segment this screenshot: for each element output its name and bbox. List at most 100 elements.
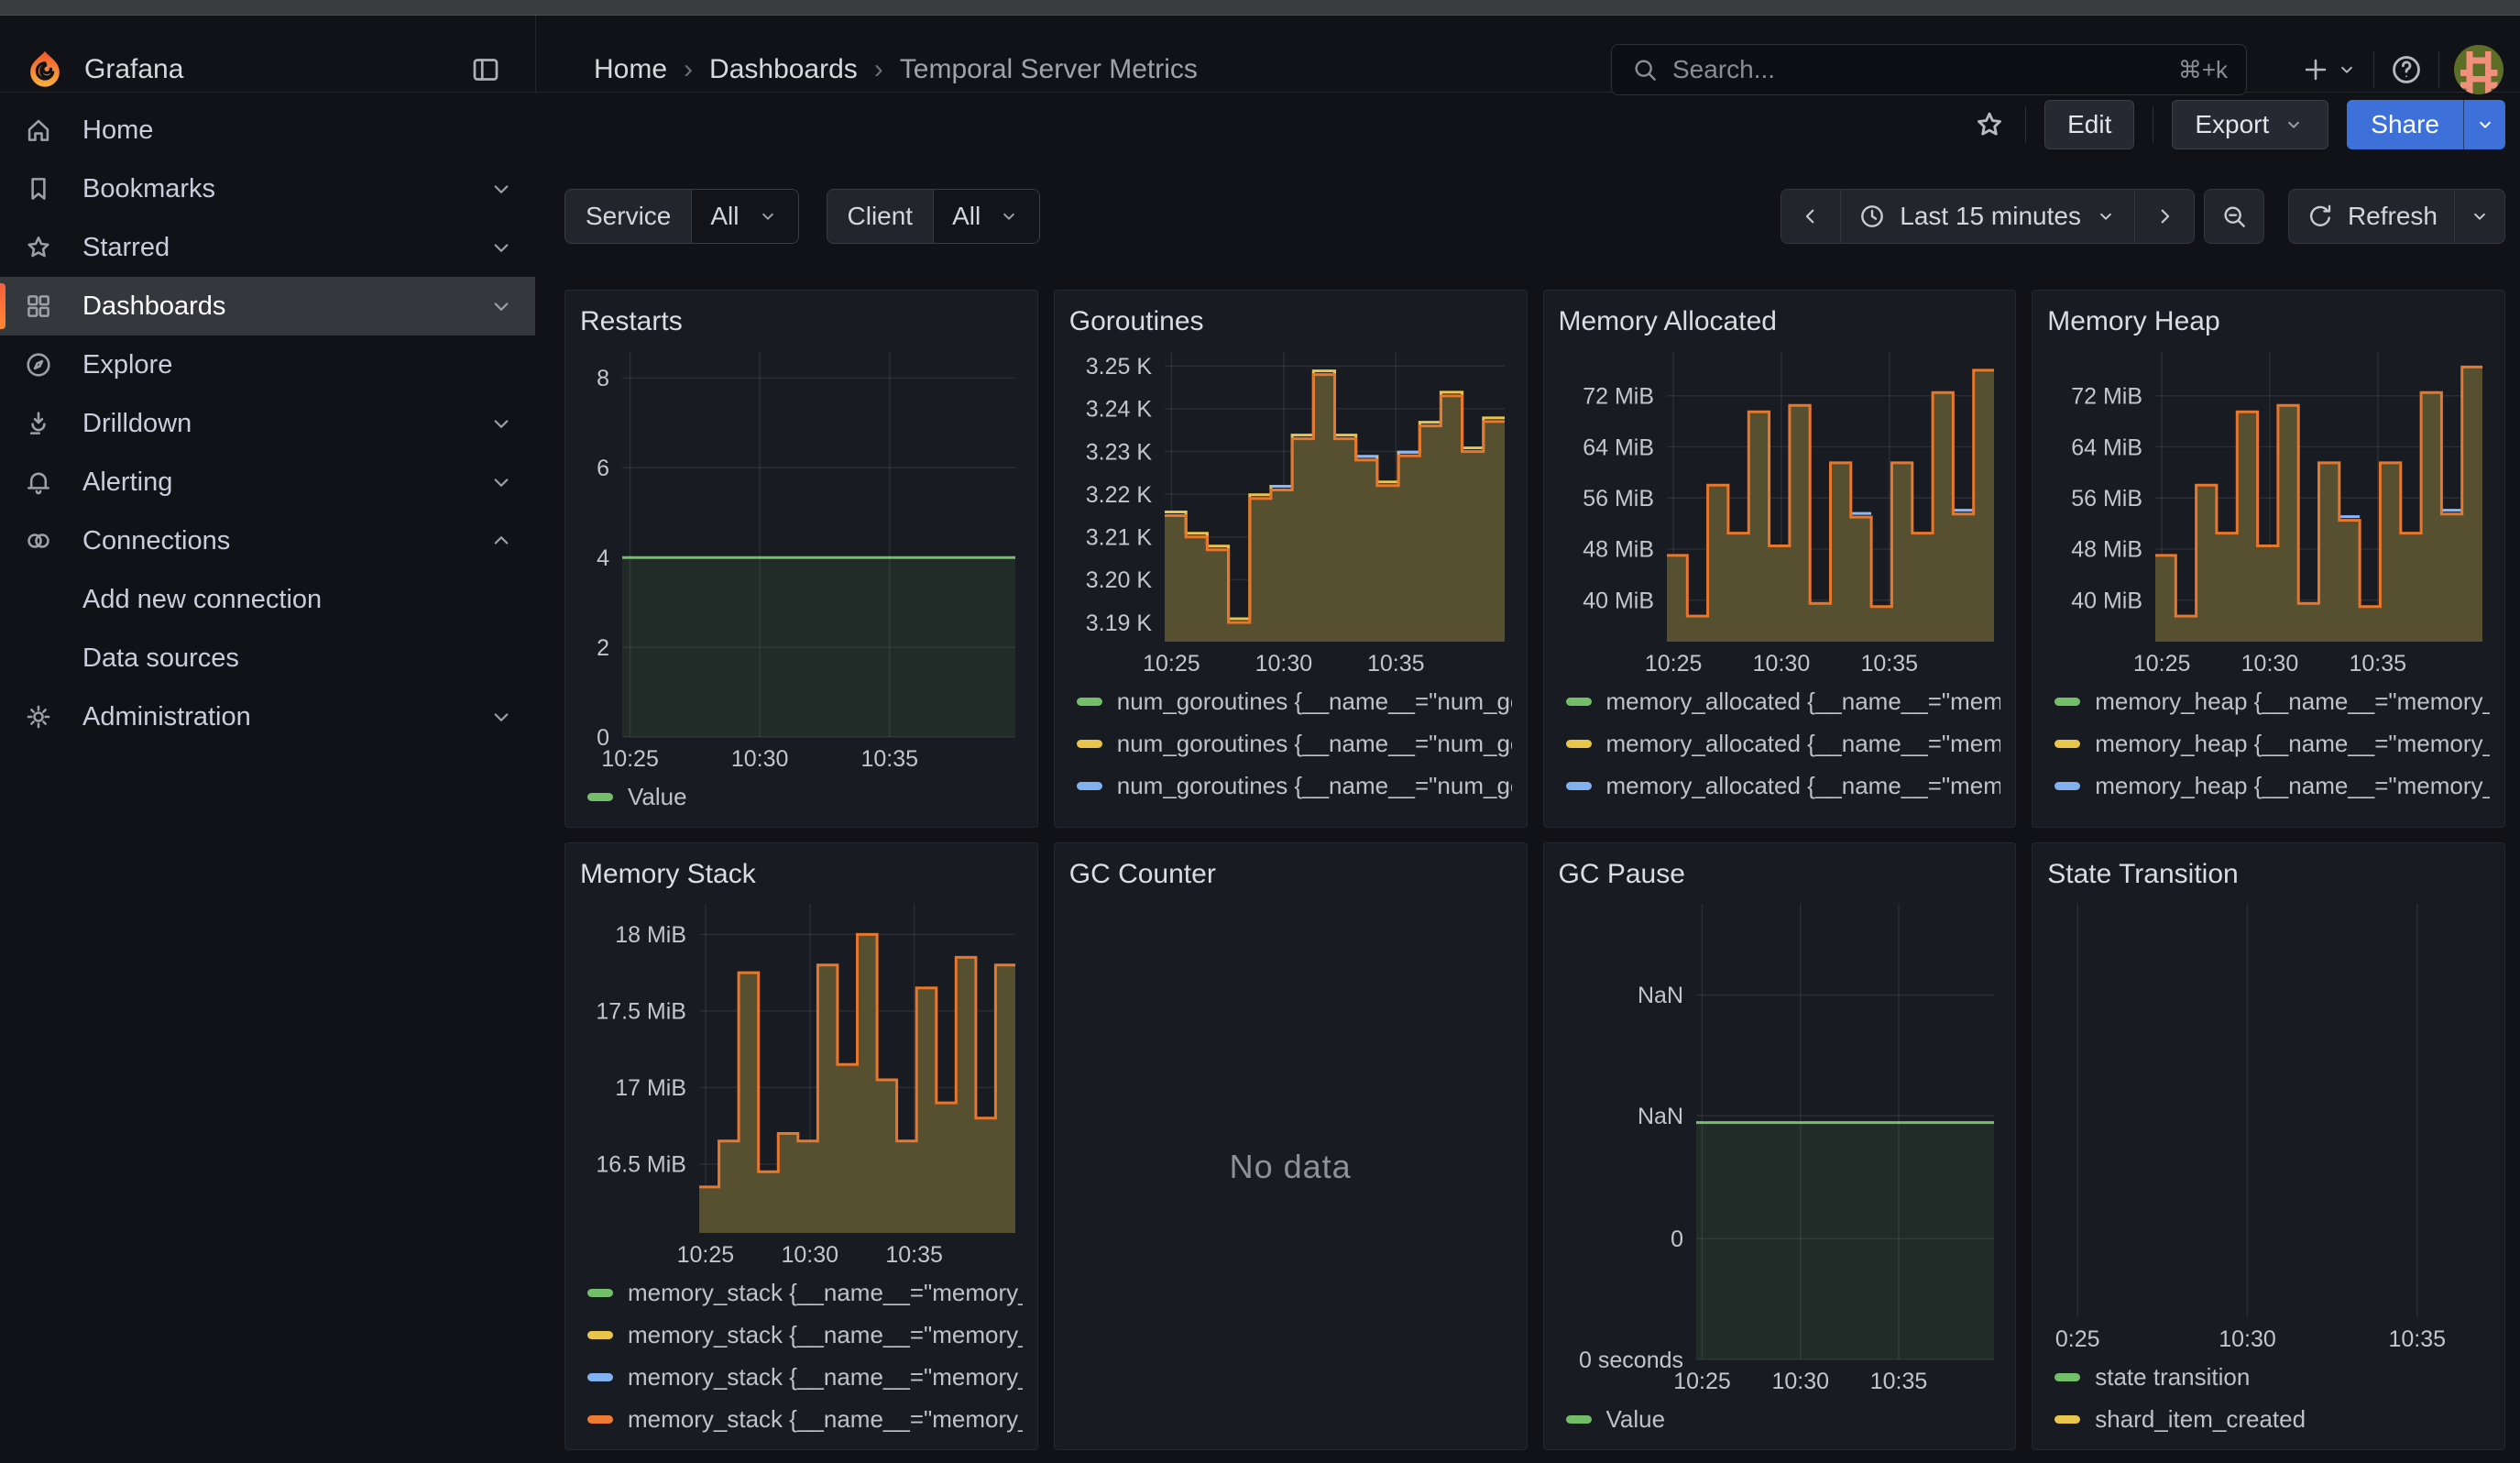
brand-label[interactable]: Grafana <box>84 54 183 85</box>
chevron-left-icon <box>1798 204 1824 229</box>
legend-series-label[interactable]: state transition <box>2095 1363 2250 1392</box>
sidebar-item-alerting[interactable]: Alerting <box>0 453 535 512</box>
svg-text:10:35: 10:35 <box>1367 651 1425 676</box>
chart-canvas[interactable]: 3.25 K3.24 K3.23 K3.22 K3.21 K3.20 K3.19… <box>1069 340 1512 680</box>
legend-series-label[interactable]: memory_stack {__name__="memory_s <box>628 1405 1023 1434</box>
chart-canvas[interactable]: 0:2510:3010:35 <box>2047 893 2490 1356</box>
panel-title[interactable]: State Transition <box>2047 856 2490 893</box>
panel-memory-stack: Memory Stack 18 MiB17.5 MiB17 MiB16.5 Mi… <box>564 842 1038 1450</box>
refresh-interval-button[interactable] <box>2454 189 2505 244</box>
legend-series-label[interactable]: memory_stack {__name__="memory_s <box>628 1363 1023 1392</box>
gear-icon <box>22 701 55 732</box>
sidebar-item-data-sources[interactable]: Data sources <box>0 629 535 688</box>
breadcrumb: Home›Dashboards›Temporal Server Metrics <box>594 31 1198 108</box>
drilldown-icon <box>22 408 55 439</box>
legend-series-color <box>1077 740 1102 748</box>
legend-series-label[interactable]: num_goroutines {__name__="num_go <box>1117 730 1512 758</box>
sidebar-item-dashboards[interactable]: Dashboards <box>0 277 535 336</box>
chart-canvas[interactable]: NaNNaN00 seconds10:2510:3010:35 <box>1559 893 2001 1398</box>
legend-series-color <box>2054 698 2080 706</box>
sidebar-item-drilldown[interactable]: Drilldown <box>0 394 535 453</box>
svg-text:10:35: 10:35 <box>885 1242 943 1268</box>
export-button[interactable]: Export <box>2172 100 2328 149</box>
sidebar-item-connections[interactable]: Connections <box>0 512 535 570</box>
star-icon <box>22 232 55 263</box>
svg-text:10:25: 10:25 <box>1673 1369 1731 1394</box>
favorite-star-button[interactable] <box>1972 107 2007 142</box>
legend-series-label[interactable]: memory_heap {__name__="memory_h <box>2095 688 2490 716</box>
refresh-button[interactable]: Refresh <box>2288 189 2455 244</box>
time-forward-button[interactable] <box>2134 189 2195 244</box>
panel-title[interactable]: GC Counter <box>1069 856 1512 893</box>
legend-series-label[interactable]: num_goroutines {__name__="num_go <box>1117 814 1512 819</box>
legend-series-label[interactable]: num_goroutines {__name__="num_go <box>1117 772 1512 800</box>
panel-title[interactable]: Memory Heap <box>2047 303 2490 340</box>
legend-series-color <box>1566 740 1592 748</box>
grafana-logo-icon[interactable] <box>24 49 66 91</box>
legend-series-label[interactable]: Value <box>1606 1405 1666 1434</box>
sidebar-item-home[interactable]: Home <box>0 101 535 160</box>
sidebar-item-add-new-connection[interactable]: Add new connection <box>0 570 535 629</box>
time-range-picker[interactable]: Last 15 minutes <box>1840 189 2135 244</box>
share-split-button: Share <box>2347 100 2505 149</box>
sidebar-item-bookmarks[interactable]: Bookmarks <box>0 160 535 218</box>
zoom-out-icon <box>2219 202 2249 231</box>
breadcrumb-item[interactable]: Home <box>594 54 667 85</box>
legend-series-label[interactable]: memory_allocated {__name__="memo <box>1606 688 2001 716</box>
legend-series-label[interactable]: memory_heap {__name__="memory_h <box>2095 814 2490 819</box>
legend-series-label[interactable]: memory_stack {__name__="memory_s <box>628 1279 1023 1307</box>
legend-series-label[interactable]: memory_allocated {__name__="memo <box>1606 730 2001 758</box>
panel-title[interactable]: Memory Stack <box>580 856 1023 893</box>
service-variable-dropdown[interactable]: Service All <box>564 189 799 244</box>
svg-text:16.5 MiB: 16.5 MiB <box>596 1152 686 1178</box>
breadcrumb-separator: › <box>667 54 709 85</box>
avatar[interactable] <box>2454 45 2504 94</box>
legend-item: memory_allocated {__name__="memo <box>1559 764 2001 807</box>
search-input[interactable]: Search... ⌘+k <box>1611 44 2247 95</box>
edit-button[interactable]: Edit <box>2044 100 2134 149</box>
chart[interactable]: 8642010:2510:3010:35 <box>580 340 1023 776</box>
legend-series-color <box>587 1415 613 1424</box>
sidebar-item-administration[interactable]: Administration <box>0 688 535 746</box>
share-dropdown-button[interactable] <box>2463 100 2505 149</box>
chart[interactable]: 0:2510:3010:35 <box>2047 893 2490 1356</box>
client-variable-dropdown[interactable]: Client All <box>827 189 1041 244</box>
chart-canvas[interactable]: 72 MiB64 MiB56 MiB48 MiB40 MiB10:2510:30… <box>2047 340 2490 680</box>
legend-series-label[interactable]: memory_heap {__name__="memory_h <box>2095 730 2490 758</box>
chart-canvas[interactable]: 72 MiB64 MiB56 MiB48 MiB40 MiB10:2510:30… <box>1559 340 2001 680</box>
chart[interactable]: NaNNaN00 seconds10:2510:3010:35 <box>1559 893 2001 1398</box>
chart[interactable]: 18 MiB17.5 MiB17 MiB16.5 MiB10:2510:3010… <box>580 893 1023 1271</box>
chart[interactable]: 72 MiB64 MiB56 MiB48 MiB40 MiB10:2510:30… <box>1559 340 2001 680</box>
panel-title[interactable]: Memory Allocated <box>1559 303 2001 340</box>
panel-grid: Restarts 8642010:2510:3010:35 Value Gorou… <box>564 290 2505 1450</box>
sidebar-item-label: Drilldown <box>82 409 192 439</box>
sidebar-item-explore[interactable]: Explore <box>0 336 535 394</box>
legend-series-label[interactable]: num_goroutines {__name__="num_go <box>1117 688 1512 716</box>
legend-series-label[interactable]: memory_allocated {__name__="memo <box>1606 814 2001 819</box>
chevron-down-icon <box>2282 113 2306 137</box>
legend-series-label[interactable]: shard_item_created <box>2095 1405 2306 1434</box>
chevron-down-icon <box>2094 204 2118 228</box>
svg-text:48 MiB: 48 MiB <box>1583 537 1654 563</box>
chevron-down-icon <box>2473 113 2497 137</box>
chart[interactable]: 3.25 K3.24 K3.23 K3.22 K3.21 K3.20 K3.19… <box>1069 340 1512 680</box>
panel-title[interactable]: GC Pause <box>1559 856 2001 893</box>
legend-series-label[interactable]: memory_stack {__name__="memory_s <box>628 1321 1023 1349</box>
refresh-icon <box>2306 202 2335 231</box>
panel-title[interactable]: Goroutines <box>1069 303 1512 340</box>
chart[interactable]: 72 MiB64 MiB56 MiB48 MiB40 MiB10:2510:30… <box>2047 340 2490 680</box>
legend-series-label[interactable]: memory_heap {__name__="memory_h <box>2095 772 2490 800</box>
chart-canvas[interactable]: 18 MiB17.5 MiB17 MiB16.5 MiB10:2510:3010… <box>580 893 1023 1271</box>
sidebar-item-starred[interactable]: Starred <box>0 218 535 277</box>
legend-series-label[interactable]: Value <box>628 783 687 811</box>
panel-title[interactable]: Restarts <box>580 303 1023 340</box>
share-button[interactable]: Share <box>2347 100 2463 149</box>
zoom-out-button[interactable] <box>2204 189 2264 244</box>
add-new-button[interactable] <box>2300 54 2359 85</box>
help-button[interactable] <box>2389 52 2424 87</box>
chart-canvas[interactable]: 8642010:2510:3010:35 <box>580 340 1023 776</box>
breadcrumb-item[interactable]: Dashboards <box>709 54 858 85</box>
chevron-right-icon <box>2152 204 2177 229</box>
legend-series-label[interactable]: memory_allocated {__name__="memo <box>1606 772 2001 800</box>
time-back-button[interactable] <box>1780 189 1841 244</box>
